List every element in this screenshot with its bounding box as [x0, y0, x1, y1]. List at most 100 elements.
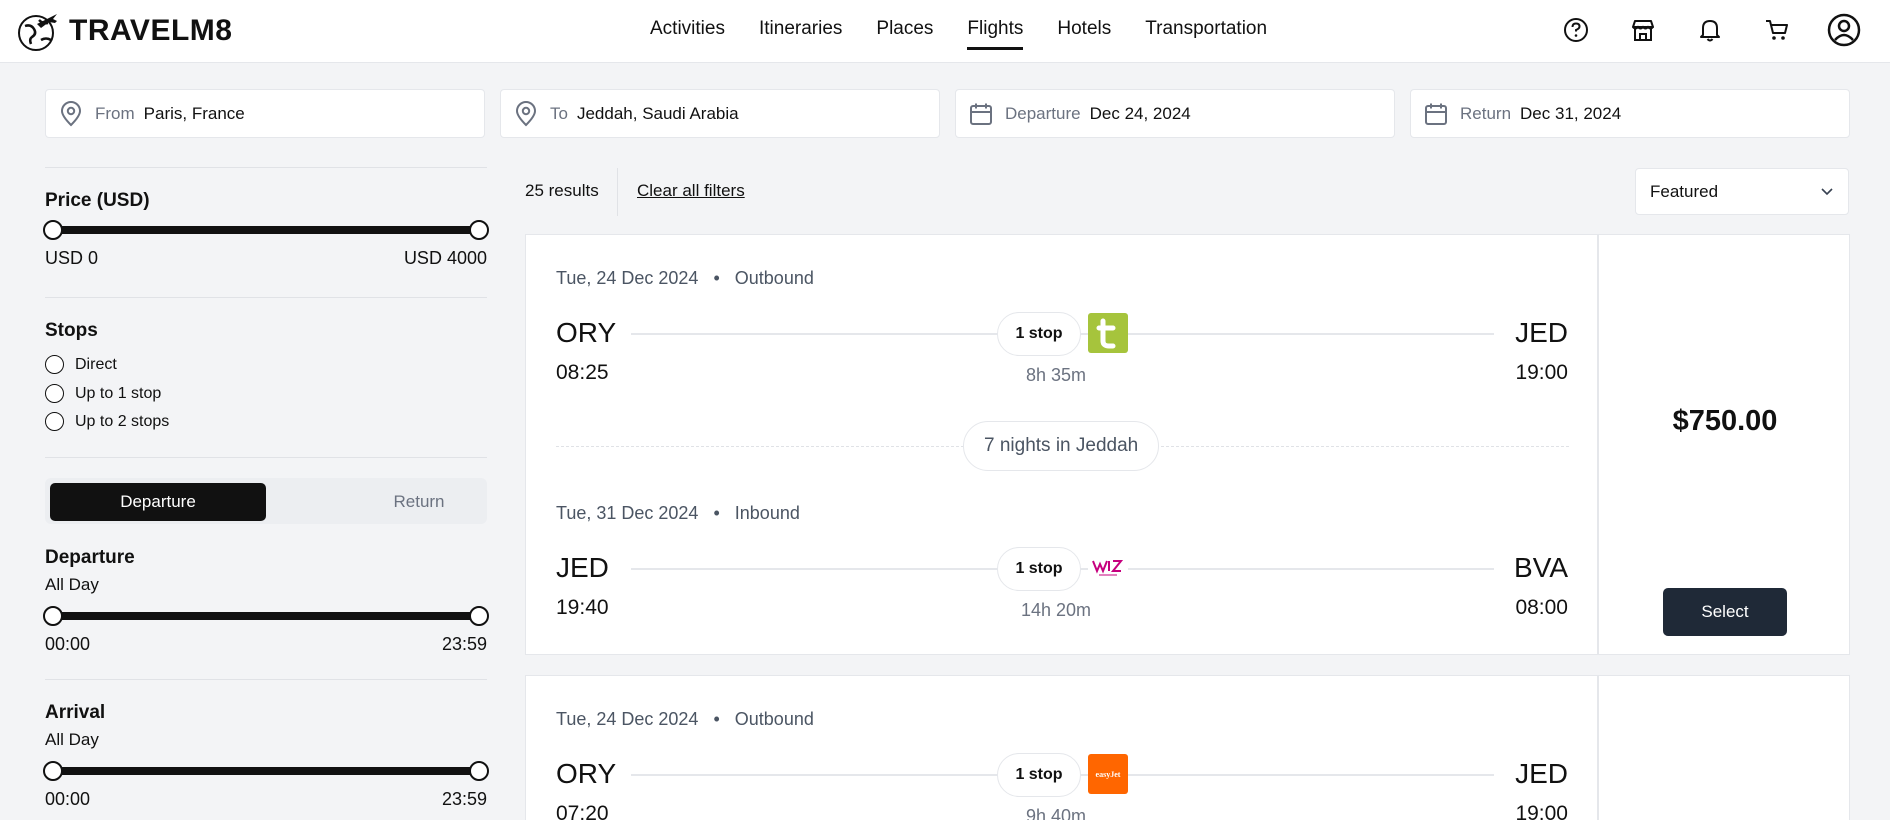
- flight-duration: 9h 40m: [1025, 806, 1087, 820]
- results-count: 25 results: [525, 181, 599, 200]
- nav-flights[interactable]: Flights: [967, 0, 1023, 63]
- radio-label: Up to 1 stop: [75, 384, 162, 402]
- sort-select[interactable]: Featured: [1635, 168, 1849, 215]
- departure-time-subtitle: All Day: [45, 575, 99, 594]
- chevron-down-icon: [1821, 188, 1833, 196]
- divider: [45, 297, 487, 298]
- cart-icon[interactable]: [1759, 12, 1795, 48]
- leg-date: Tue, 24 Dec 2024: [556, 709, 699, 729]
- divider: [617, 168, 618, 216]
- divider: [45, 457, 487, 458]
- departure-date-field[interactable]: Departure Dec 24, 2024: [955, 89, 1395, 138]
- nav-hotels[interactable]: Hotels: [1057, 0, 1111, 63]
- price-filter-title: Price (USD): [45, 190, 150, 211]
- bell-icon[interactable]: [1692, 12, 1728, 48]
- arrival-time: 08:00: [1515, 596, 1568, 619]
- brand-logo[interactable]: TRAVELM8: [17, 10, 232, 52]
- brand-name: TRAVELM8: [69, 14, 233, 47]
- easyjet-logo: easyJet: [1088, 754, 1128, 794]
- main-nav: Activities Itineraries Places Flights Ho…: [650, 0, 1301, 63]
- location-pin-icon: [513, 100, 539, 127]
- departure-label: Departure: [1005, 103, 1081, 123]
- price-range-slider[interactable]: [43, 220, 489, 240]
- departure-value: Dec 24, 2024: [1089, 103, 1191, 123]
- wizz-air-logo: [1088, 548, 1128, 588]
- flight-duration: 14h 20m: [1020, 600, 1092, 620]
- departure-time: 19:40: [556, 596, 609, 619]
- to-label: To: [550, 103, 568, 123]
- origin-code: JED: [556, 552, 609, 583]
- nav-activities[interactable]: Activities: [650, 0, 725, 63]
- radio-circle: [45, 355, 64, 374]
- store-icon[interactable]: [1625, 12, 1661, 48]
- arrival-time: 19:00: [1515, 802, 1568, 820]
- toggle-return[interactable]: Return: [311, 483, 527, 521]
- radio-circle: [45, 384, 64, 403]
- bullet-separator: •: [703, 709, 730, 729]
- departure-time: 07:20: [556, 802, 609, 820]
- arrival-time-min-label: 00:00: [45, 789, 91, 809]
- nav-transportation[interactable]: Transportation: [1145, 0, 1267, 63]
- calendar-icon: [968, 101, 994, 127]
- account-icon[interactable]: [1826, 12, 1862, 48]
- departure-time-max-handle[interactable]: [469, 606, 489, 626]
- nav-places[interactable]: Places: [876, 0, 933, 63]
- flight-card: Tue, 24 Dec 2024 • Outbound ORY 08:25 1 …: [525, 234, 1598, 655]
- globe-plane-icon: [18, 14, 57, 51]
- destination-code: JED: [1515, 317, 1568, 348]
- return-value: Dec 31, 2024: [1520, 103, 1622, 123]
- select-flight-button[interactable]: Select: [1663, 588, 1787, 636]
- arrival-time-max-handle[interactable]: [469, 761, 489, 781]
- arrival-time: 19:00: [1515, 361, 1568, 384]
- radio-label: Direct: [75, 355, 117, 373]
- destination-code: BVA: [1514, 552, 1568, 583]
- price-min-label: USD 0: [45, 248, 99, 268]
- divider: [45, 167, 487, 168]
- stops-badge: 1 stop: [997, 312, 1081, 356]
- price-max-label: USD 4000: [403, 248, 487, 268]
- departure-time-min-handle[interactable]: [43, 606, 63, 626]
- price-max-handle[interactable]: [469, 220, 489, 240]
- leg-date: Tue, 24 Dec 2024: [556, 268, 699, 288]
- stops-1-radio[interactable]: Up to 1 stop: [45, 384, 161, 403]
- clear-filters-link[interactable]: Clear all filters: [637, 181, 745, 201]
- price-panel: $750.00 Select: [1598, 234, 1850, 655]
- from-value: Paris, France: [143, 103, 245, 123]
- return-label: Return: [1460, 103, 1512, 123]
- stops-badge: 1 stop: [997, 753, 1081, 797]
- top-header: TRAVELM8 Activities Itineraries Places F…: [0, 0, 1890, 63]
- inbound-date-line: Tue, 31 Dec 2024 • Inbound: [556, 503, 800, 524]
- to-value: Jeddah, Saudi Arabia: [576, 103, 739, 123]
- arrival-time-min-handle[interactable]: [43, 761, 63, 781]
- transavia-logo: [1088, 313, 1128, 353]
- radio-label: Up to 2 stops: [75, 412, 170, 430]
- to-field[interactable]: To Jeddah, Saudi Arabia: [500, 89, 940, 138]
- leg-toggle: Departure Return: [45, 478, 487, 524]
- price-min-handle[interactable]: [43, 220, 63, 240]
- price-panel: [1598, 675, 1850, 820]
- return-date-field[interactable]: Return Dec 31, 2024: [1410, 89, 1850, 138]
- departure-time-max-label: 23:59: [441, 634, 487, 654]
- departure-time-min-label: 00:00: [45, 634, 91, 654]
- bullet-separator: •: [703, 268, 730, 288]
- flight-card: Tue, 24 Dec 2024 • Outbound ORY 07:20 1 …: [525, 675, 1598, 820]
- bullet-separator: •: [703, 503, 730, 523]
- arrival-time-max-label: 23:59: [441, 789, 487, 809]
- leg-direction: Inbound: [734, 503, 800, 523]
- stops-2-radio[interactable]: Up to 2 stops: [45, 412, 169, 431]
- toggle-departure[interactable]: Departure: [50, 483, 266, 521]
- stops-direct-radio[interactable]: Direct: [45, 355, 117, 374]
- from-field[interactable]: From Paris, France: [45, 89, 485, 138]
- departure-time-slider[interactable]: [43, 606, 489, 626]
- nights-badge: 7 nights in Jeddah: [963, 421, 1160, 471]
- nav-itineraries[interactable]: Itineraries: [759, 0, 842, 63]
- leg-direction: Outbound: [734, 268, 814, 288]
- origin-code: ORY: [556, 758, 617, 789]
- help-icon[interactable]: [1558, 12, 1594, 48]
- leg-direction: Outbound: [734, 709, 814, 729]
- location-pin-icon: [58, 100, 84, 127]
- stops-badge: 1 stop: [997, 547, 1081, 591]
- flight-duration: 8h 35m: [1025, 365, 1087, 385]
- arrival-time-slider[interactable]: [43, 761, 489, 781]
- destination-code: JED: [1515, 758, 1568, 789]
